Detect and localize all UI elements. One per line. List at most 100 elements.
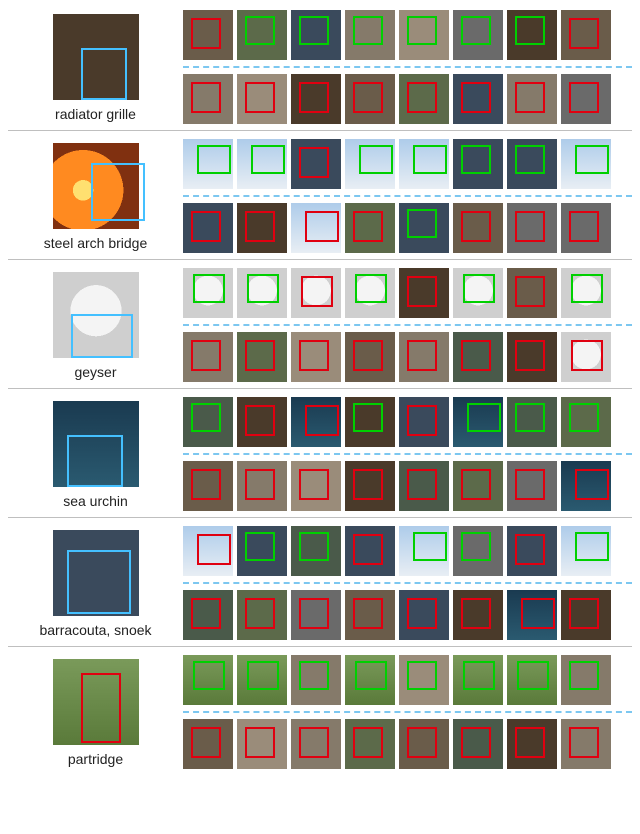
result-thumb (453, 397, 503, 447)
query-col: sea urchin (8, 397, 183, 510)
bbox (569, 403, 599, 432)
result-thumb (453, 655, 503, 705)
result-thumb (237, 203, 287, 253)
bbox (353, 403, 383, 432)
result-thumb (561, 139, 611, 189)
bbox (353, 469, 383, 500)
result-thumb (507, 139, 557, 189)
bbox (91, 163, 145, 221)
query-label: radiator grille (55, 106, 136, 123)
query-label: steel arch bridge (44, 235, 148, 252)
bbox (245, 532, 275, 561)
bbox (251, 145, 285, 174)
bbox (247, 274, 279, 303)
bbox (575, 532, 609, 561)
bbox (353, 534, 383, 565)
bbox (517, 661, 549, 690)
result-thumb (291, 10, 341, 60)
bbox (467, 403, 501, 432)
bbox (461, 340, 491, 371)
bbox (355, 661, 387, 690)
bbox (299, 147, 329, 178)
result-thumb (237, 74, 287, 124)
bbox (407, 661, 437, 690)
bbox (461, 145, 491, 174)
category-row: sea urchin (8, 388, 632, 511)
result-thumb (291, 590, 341, 640)
result-thumb (399, 526, 449, 576)
result-thumb (345, 655, 395, 705)
result-thumb (561, 203, 611, 253)
bbox (569, 82, 599, 113)
bbox (461, 16, 491, 45)
result-thumb (345, 526, 395, 576)
result-thumb (507, 590, 557, 640)
result-thumb (507, 397, 557, 447)
bbox (191, 18, 221, 49)
bbox (571, 340, 603, 371)
result-thumb (183, 590, 233, 640)
bbox (407, 16, 437, 45)
result-thumb (291, 655, 341, 705)
result-thumb (183, 268, 233, 318)
result-thumb (237, 139, 287, 189)
result-thumb (507, 655, 557, 705)
result-thumb (291, 461, 341, 511)
row-separator (183, 324, 632, 326)
bbox (197, 534, 231, 565)
result-thumb (237, 461, 287, 511)
result-thumb (345, 10, 395, 60)
result-thumb (507, 10, 557, 60)
bbox (515, 276, 545, 307)
query-thumb (53, 401, 139, 487)
results-col (183, 526, 632, 640)
row-separator (183, 453, 632, 455)
result-thumb (183, 203, 233, 253)
bbox (191, 727, 221, 758)
result-thumb (561, 590, 611, 640)
result-thumb (237, 590, 287, 640)
bbox (515, 727, 545, 758)
result-thumb (237, 10, 287, 60)
result-thumb (183, 74, 233, 124)
bbox (461, 532, 491, 561)
result-thumb (399, 461, 449, 511)
query-col: radiator grille (8, 10, 183, 123)
bbox (515, 16, 545, 45)
bbox (569, 18, 599, 49)
bbox (81, 48, 127, 100)
bbox (81, 673, 121, 743)
bbox (353, 211, 383, 242)
bbox (407, 405, 437, 436)
bbox (245, 16, 275, 45)
result-thumb (399, 74, 449, 124)
bbox (569, 727, 599, 758)
result-thumb (453, 332, 503, 382)
bbox (301, 276, 333, 307)
result-thumb (507, 74, 557, 124)
bbox (299, 598, 329, 629)
bbox (407, 209, 437, 238)
bbox (299, 661, 329, 690)
row-separator (183, 195, 632, 197)
result-thumb (399, 655, 449, 705)
result-thumb (507, 526, 557, 576)
results-bottom (183, 719, 632, 769)
result-thumb (453, 719, 503, 769)
result-thumb (291, 203, 341, 253)
results-top (183, 397, 632, 447)
result-thumb (291, 268, 341, 318)
bbox (191, 340, 221, 371)
results-col (183, 397, 632, 511)
bbox (299, 532, 329, 561)
result-thumb (291, 526, 341, 576)
bbox (245, 340, 275, 371)
result-thumb (183, 397, 233, 447)
results-col (183, 10, 632, 124)
result-thumb (291, 397, 341, 447)
bbox (571, 274, 603, 303)
bbox (299, 16, 329, 45)
query-label: geyser (74, 364, 116, 381)
category-row: geyser (8, 259, 632, 382)
result-thumb (453, 10, 503, 60)
